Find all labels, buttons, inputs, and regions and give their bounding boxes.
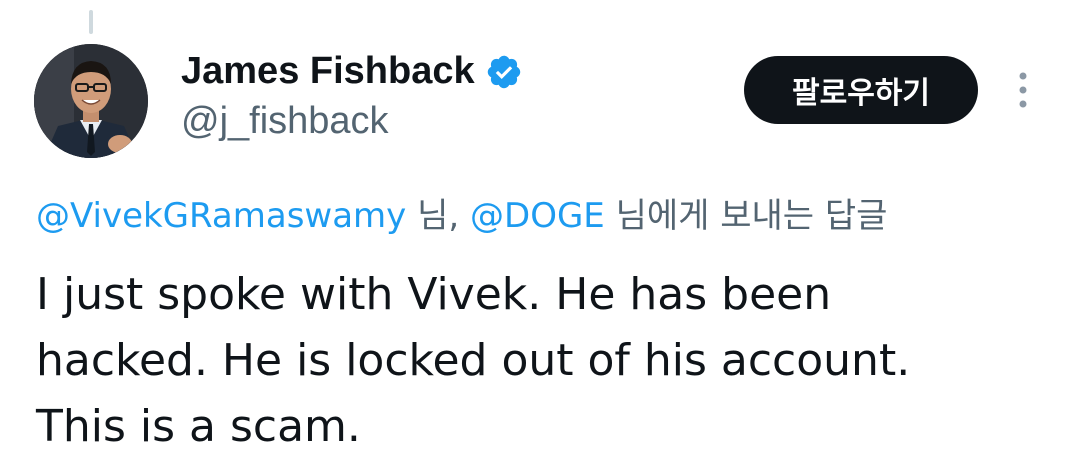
mention-link-vivek[interactable]: @VivekGRamaswamy: [36, 196, 406, 236]
reply-context-suffix: 님에게 보내는 답글: [604, 196, 888, 236]
author-name-text: James Fishback: [181, 50, 475, 92]
reply-context-separator: 님,: [406, 196, 471, 236]
mention-link-doge[interactable]: @DOGE: [470, 196, 605, 236]
follow-button[interactable]: 팔로우하기: [744, 56, 978, 124]
tweet-text-line: This is a scam.: [36, 401, 361, 452]
author-handle[interactable]: @j_fishback: [181, 100, 389, 143]
verified-badge-icon: [485, 53, 523, 91]
thread-connector-line: [89, 10, 93, 34]
author-display-name[interactable]: James Fishback: [181, 50, 523, 93]
more-vertical-icon[interactable]: [1008, 70, 1038, 110]
avatar-image: [34, 44, 148, 158]
tweet-text-line: hacked. He is locked out of his account.: [36, 335, 911, 386]
tweet-text: I just spoke with Vivek. He has been hac…: [36, 262, 1056, 460]
tweet-text-line: I just spoke with Vivek. He has been: [36, 269, 832, 320]
reply-context: @VivekGRamaswamy 님, @DOGE 님에게 보내는 답글: [36, 188, 887, 237]
avatar[interactable]: [34, 44, 148, 158]
